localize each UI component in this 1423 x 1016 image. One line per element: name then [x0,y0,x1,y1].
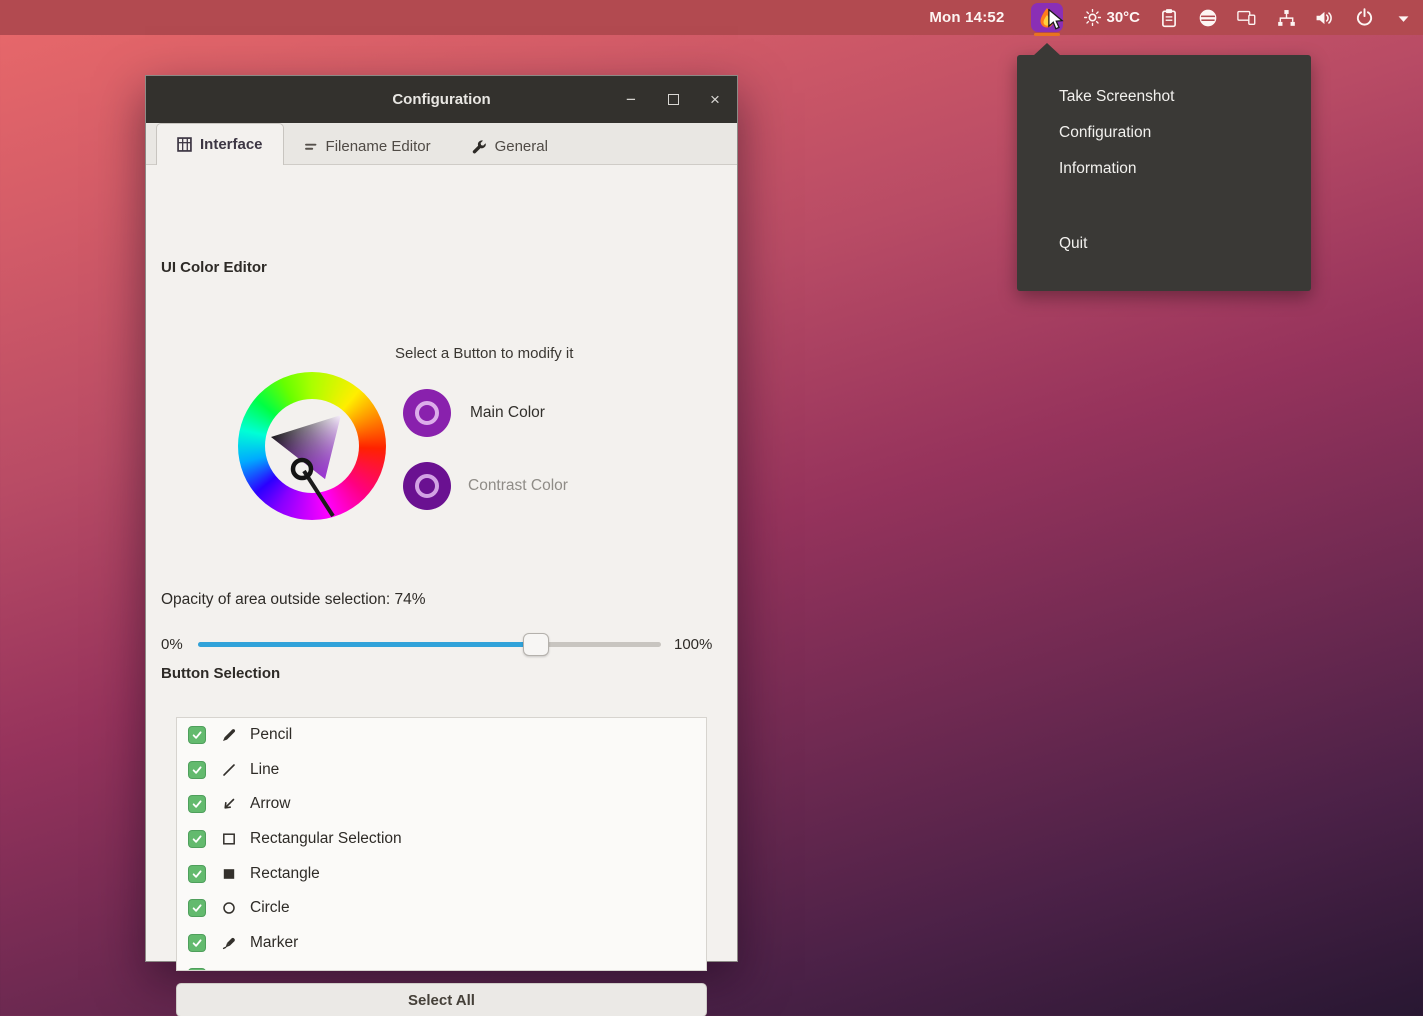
checkbox-checked[interactable] [188,830,206,848]
color-triangle[interactable] [238,372,386,520]
top-bar: Mon 14:52 30°C [0,0,1423,35]
tab-general[interactable]: General [451,129,568,164]
close-button[interactable]: × [707,92,723,108]
network-tree-icon[interactable] [1276,8,1296,28]
select-all-button[interactable]: Select All [176,983,707,1016]
main-color-ring-icon [415,401,439,425]
checkbox-checked[interactable] [188,795,206,813]
chevron-down-icon[interactable] [1393,8,1413,28]
opacity-slider-handle[interactable] [523,633,549,656]
color-wheel[interactable] [238,372,386,520]
pencil-icon [220,727,237,743]
arrow-icon [220,796,237,812]
tab-filename-editor-label: Filename Editor [326,138,431,155]
ui-color-editor-title: UI Color Editor [161,259,267,276]
line-icon [220,762,237,778]
marker-icon [220,935,237,951]
mouse-cursor [1046,9,1066,36]
clock[interactable]: Mon 14:52 [929,9,1004,26]
slider-min-label: 0% [161,636,198,653]
configuration-window: Configuration − × Interface [145,75,738,962]
checkbox-checked[interactable] [188,899,206,917]
sun-icon [1082,8,1102,28]
interface-tab-panel: UI Color Editor Select a Button to modif… [146,165,737,961]
contrast-color-ring-icon [415,474,439,498]
tab-interface-label: Interface [200,136,263,153]
menu-item-configuration[interactable]: Configuration [1017,115,1311,151]
menu-item-information[interactable]: Information [1017,151,1311,187]
maximize-icon [668,94,679,105]
checkbox-checked[interactable] [188,934,206,952]
tab-bar: Interface Filename Editor General [146,123,737,165]
power-icon[interactable] [1354,8,1374,28]
rectangle-icon [220,866,237,882]
tool-row-rectangular-selection[interactable]: Rectangular Selection [177,822,706,857]
tool-row-marker[interactable]: Marker [177,926,706,961]
contrast-color-label: Contrast Color [468,477,568,495]
checkbox-checked[interactable] [188,761,206,779]
checkbox-checked[interactable] [188,968,206,971]
tab-interface[interactable]: Interface [156,123,284,165]
tool-row-pencil[interactable]: Pencil [177,718,706,753]
tool-row-circle[interactable]: Circle [177,891,706,926]
wrench-icon [471,139,487,155]
minimize-button[interactable]: − [623,92,639,108]
button-selection-title: Button Selection [161,665,280,682]
flameshot-tray-menu: Take Screenshot Configuration Informatio… [1017,55,1311,291]
opacity-label: Opacity of area outside selection: 74% [161,591,426,609]
color-selector-ring[interactable] [293,460,311,478]
contrast-color-button[interactable] [403,462,451,510]
tab-general-label: General [495,138,548,155]
rectangular-selection-icon [220,831,237,847]
menu-item-quit[interactable]: Quit [1017,226,1311,262]
tab-filename-editor[interactable]: Filename Editor [284,129,451,164]
opacity-slider-track[interactable] [198,642,661,647]
maximize-button[interactable] [665,92,681,108]
weather-indicator[interactable]: 30°C [1082,8,1140,28]
clipboard-icon[interactable] [1159,8,1179,28]
tool-row-rectangle[interactable]: Rectangle [177,856,706,891]
grid-icon [177,137,192,152]
checkbox-checked[interactable] [188,865,206,883]
volume-icon[interactable] [1315,8,1335,28]
lines-icon [304,140,318,153]
select-button-prompt: Select a Button to modify it [395,345,573,362]
circle-icon [220,900,237,916]
main-color-button[interactable] [403,389,451,437]
checkbox-checked[interactable] [188,726,206,744]
displays-icon[interactable] [1237,8,1257,28]
temperature-label: 30°C [1106,9,1140,26]
menu-item-take-screenshot[interactable]: Take Screenshot [1017,79,1311,115]
opacity-slider-row: 0% 100% [161,632,723,656]
tool-selection-list[interactable]: Pencil Line [176,717,707,971]
main-color-label: Main Color [470,404,545,422]
tool-row-arrow[interactable]: Arrow [177,787,706,822]
tool-row-partial[interactable] [177,960,706,971]
slider-max-label: 100% [674,636,712,653]
tool-row-line[interactable]: Line [177,753,706,788]
window-titlebar[interactable]: Configuration − × [146,76,737,123]
round-app-indicator-icon[interactable] [1198,8,1218,28]
opacity-slider-fill [198,642,536,647]
